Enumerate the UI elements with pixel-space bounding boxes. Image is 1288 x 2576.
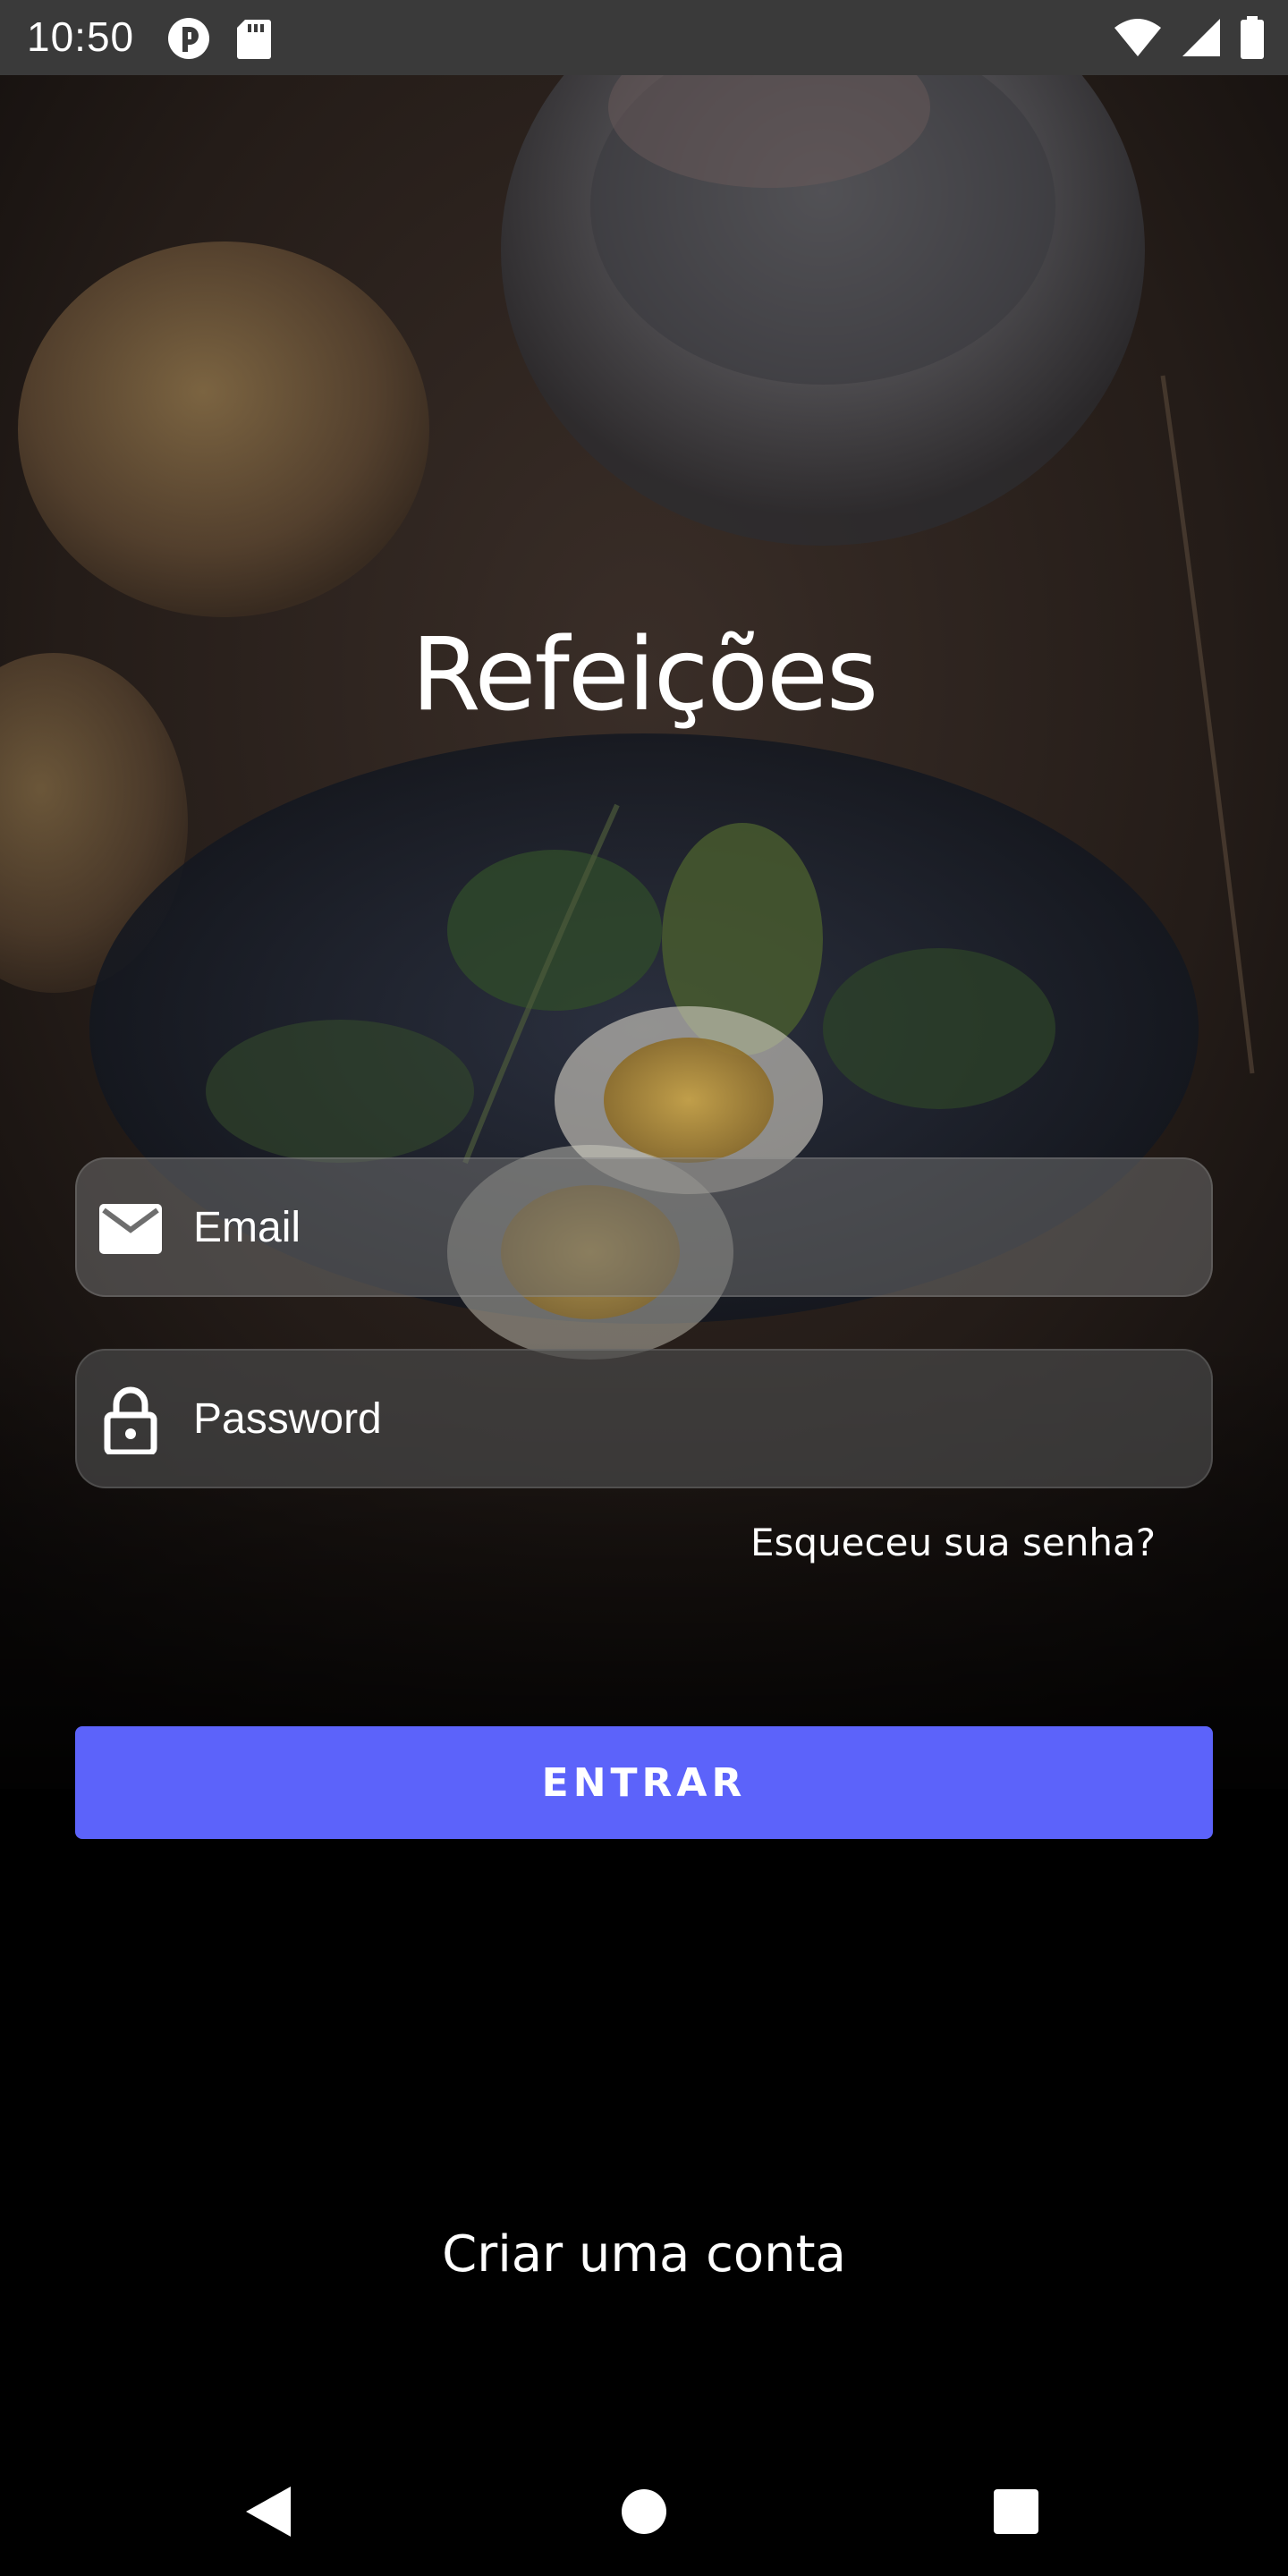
status-bar: 10:50 bbox=[0, 0, 1288, 75]
recents-icon bbox=[993, 2488, 1039, 2539]
login-screen: 10:50 Refeições Email Esqueceu sua senha… bbox=[0, 0, 1288, 2576]
back-icon bbox=[244, 2485, 292, 2543]
recents-button[interactable] bbox=[979, 2476, 1054, 2551]
status-right-icons bbox=[1113, 16, 1265, 64]
create-account-link[interactable]: Criar uma conta bbox=[0, 2225, 1288, 2284]
forgot-password-link[interactable]: Esqueceu sua senha? bbox=[750, 1521, 1156, 1564]
back-button[interactable] bbox=[231, 2476, 306, 2551]
wifi-icon bbox=[1113, 17, 1163, 63]
status-time: 10:50 bbox=[27, 13, 135, 60]
email-input[interactable] bbox=[193, 1159, 1177, 1295]
app-title: Refeições bbox=[411, 617, 879, 733]
password-input[interactable] bbox=[193, 1351, 1177, 1487]
battery-icon bbox=[1240, 16, 1265, 64]
home-button[interactable] bbox=[606, 2476, 682, 2551]
status-left-icons bbox=[166, 16, 272, 65]
cellular-signal-icon bbox=[1181, 17, 1222, 63]
password-field[interactable] bbox=[75, 1349, 1213, 1488]
sd-card-icon bbox=[236, 18, 272, 64]
email-field[interactable] bbox=[75, 1157, 1213, 1297]
login-button[interactable]: ENTRAR bbox=[75, 1726, 1213, 1839]
app-notification-icon bbox=[166, 16, 211, 65]
navigation-bar bbox=[0, 2451, 1288, 2576]
lock-icon bbox=[97, 1386, 165, 1454]
envelope-icon bbox=[97, 1195, 165, 1263]
home-icon bbox=[621, 2488, 667, 2539]
